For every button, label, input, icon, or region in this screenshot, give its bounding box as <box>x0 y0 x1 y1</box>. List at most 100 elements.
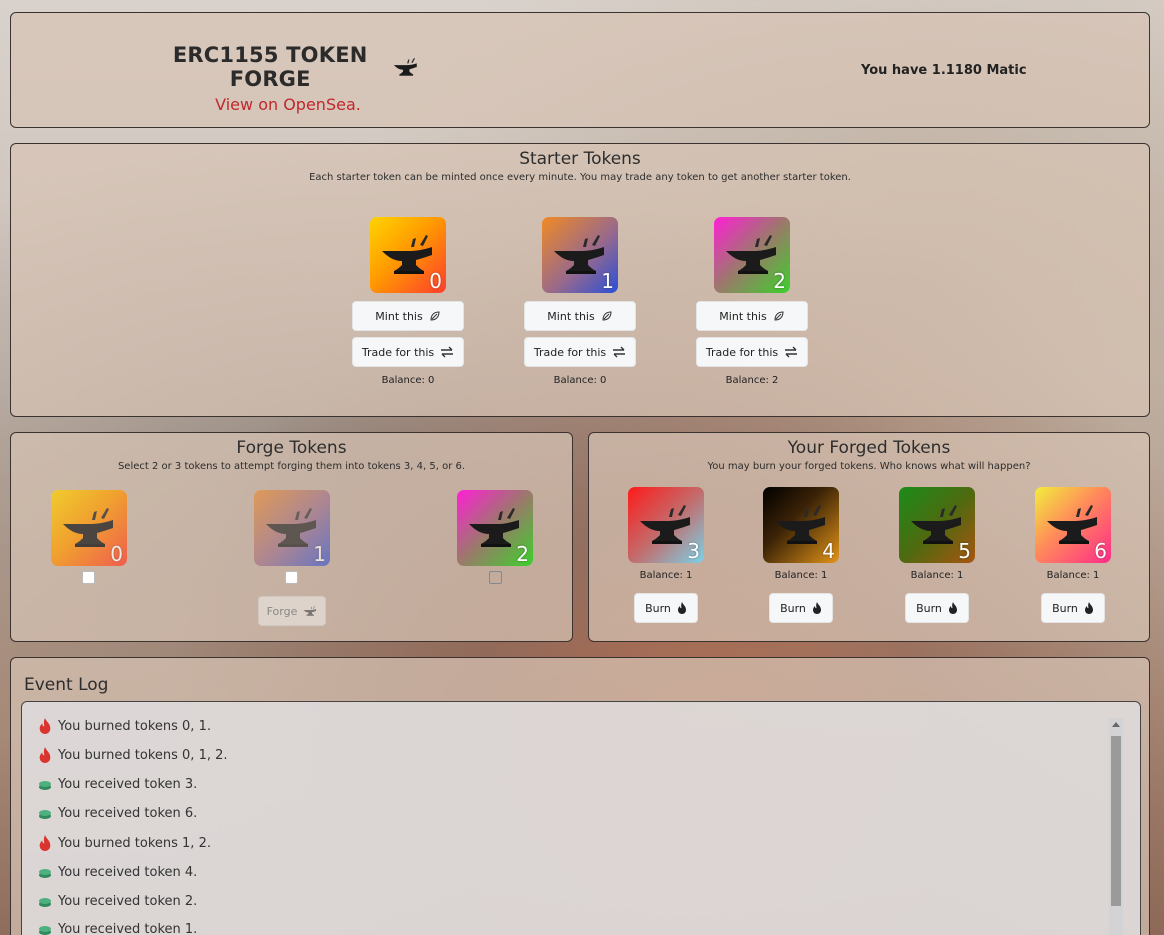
trade-label: Trade for this <box>361 345 435 359</box>
balance-label: Balance: 1 <box>910 570 964 581</box>
token-number: 0 <box>429 269 442 293</box>
anvil-icon <box>394 57 418 76</box>
forged-token-3: 3 <box>628 487 704 563</box>
leaf-icon <box>774 311 784 321</box>
event-log-list[interactable]: You burned tokens 0, 1. You burned token… <box>21 701 1141 935</box>
burn-button-6[interactable]: Burn <box>1041 593 1105 623</box>
log-text: You received token 6. <box>58 806 198 821</box>
anvil-icon <box>63 508 113 547</box>
token-number: 4 <box>822 539 835 563</box>
forged-tokens-panel: Your Forged Tokens You may burn your for… <box>588 432 1150 642</box>
token-number: 6 <box>1094 539 1107 563</box>
trade-button-1[interactable]: Trade for this <box>524 337 636 367</box>
balance-label: Balance: 1 <box>1046 570 1100 581</box>
swap-icon <box>785 346 798 358</box>
log-text: You received token 1. <box>58 922 198 935</box>
anvil-icon <box>775 505 825 544</box>
token-number: 5 <box>958 539 971 563</box>
forge-token-0[interactable]: 0 <box>51 490 127 566</box>
leaf-icon <box>602 311 612 321</box>
log-text: You burned tokens 0, 1, 2. <box>58 747 228 763</box>
mint-button-2[interactable]: Mint this <box>696 301 808 331</box>
fire-icon <box>39 747 51 763</box>
starter-subtitle: Each starter token can be minted once ev… <box>309 172 851 183</box>
token-number: 1 <box>313 542 326 566</box>
header-panel: ERC1155 TOKEN FORGE View on OpenSea. You… <box>10 12 1150 128</box>
anvil-icon <box>382 235 432 274</box>
burn-button-3[interactable]: Burn <box>634 593 698 623</box>
coins-icon <box>39 868 51 878</box>
forge-checkbox-2[interactable] <box>489 571 502 584</box>
log-text: You burned tokens 1, 2. <box>58 835 211 851</box>
forged-token-5: 5 <box>899 487 975 563</box>
opensea-link[interactable]: View on OpenSea. <box>157 95 419 114</box>
anvil-icon <box>303 606 317 616</box>
mint-button-1[interactable]: Mint this <box>524 301 636 331</box>
anvil-icon <box>266 508 316 547</box>
mint-button-0[interactable]: Mint this <box>352 301 464 331</box>
log-entry: You burned tokens 1, 2. <box>38 835 211 851</box>
forge-button[interactable]: Forge <box>258 596 326 626</box>
forge-token-1[interactable]: 1 <box>254 490 330 566</box>
trade-button-2[interactable]: Trade for this <box>696 337 808 367</box>
token-number: 3 <box>687 539 700 563</box>
trade-label: Trade for this <box>705 345 779 359</box>
forge-token-2[interactable]: 2 <box>457 490 533 566</box>
coins-icon <box>39 780 51 790</box>
swap-icon <box>441 346 454 358</box>
leaf-icon <box>430 311 440 321</box>
forged-subtitle: You may burn your forged tokens. Who kno… <box>707 461 1031 472</box>
anvil-icon <box>469 508 519 547</box>
log-scrollbar[interactable] <box>1109 718 1123 935</box>
token-1-image: 1 <box>542 217 618 293</box>
forge-tokens-panel: Forge Tokens Select 2 or 3 tokens to att… <box>10 432 573 642</box>
coins-icon <box>39 897 51 907</box>
fire-icon <box>39 835 51 851</box>
event-log-title: Event Log <box>24 675 109 695</box>
token-number: 0 <box>110 542 123 566</box>
forge-title: Forge Tokens <box>236 438 347 458</box>
fire-icon <box>948 602 957 614</box>
log-text: You burned tokens 0, 1. <box>58 718 211 734</box>
starter-token-0: 0 Mint this Trade for this Balance: 0 <box>352 217 464 386</box>
trade-button-0[interactable]: Trade for this <box>352 337 464 367</box>
matic-balance: You have 1.1180 Matic <box>861 63 1027 78</box>
log-text: You received token 3. <box>58 777 198 792</box>
forge-subtitle: Select 2 or 3 tokens to attempt forging … <box>117 461 466 472</box>
burn-button-5[interactable]: Burn <box>905 593 969 623</box>
log-entry: You received token 1. <box>38 922 197 935</box>
event-log-panel: Event Log You burned tokens 0, 1. You bu… <box>10 657 1150 935</box>
forged-token-6: 6 <box>1035 487 1111 563</box>
log-entry: You burned tokens 0, 1. <box>38 718 211 734</box>
forge-checkbox-1[interactable] <box>285 571 298 584</box>
token-number: 2 <box>516 542 529 566</box>
starter-token-1: 1 Mint this Trade for this Balance: 0 <box>524 217 636 386</box>
log-entry: You received token 4. <box>38 865 197 880</box>
forge-checkbox-0[interactable] <box>82 571 95 584</box>
page-title: ERC1155 TOKEN FORGE <box>172 43 368 91</box>
mint-label: Mint this <box>719 309 767 323</box>
fire-icon <box>812 602 821 614</box>
burn-label: Burn <box>1052 601 1078 615</box>
token-0-image: 0 <box>370 217 446 293</box>
swap-icon <box>613 346 626 358</box>
fire-icon <box>39 718 51 734</box>
mint-label: Mint this <box>375 309 423 323</box>
anvil-icon <box>726 235 776 274</box>
starter-token-2: 2 Mint this Trade for this Balance: 2 <box>696 217 808 386</box>
burn-label: Burn <box>645 601 671 615</box>
scroll-up-arrow-icon[interactable] <box>1112 722 1120 727</box>
burn-button-4[interactable]: Burn <box>769 593 833 623</box>
token-2-image: 2 <box>714 217 790 293</box>
scroll-thumb[interactable] <box>1111 736 1121 906</box>
coins-icon <box>39 809 51 819</box>
forged-token-4: 4 <box>763 487 839 563</box>
starter-tokens-panel: Starter Tokens Each starter token can be… <box>10 143 1150 417</box>
anvil-icon <box>554 235 604 274</box>
burn-label: Burn <box>916 601 942 615</box>
balance-label: Balance: 1 <box>639 570 693 581</box>
coins-icon <box>39 925 51 935</box>
anvil-icon <box>1047 505 1097 544</box>
balance-label: Balance: 1 <box>774 570 828 581</box>
log-entry: You received token 6. <box>38 806 197 821</box>
